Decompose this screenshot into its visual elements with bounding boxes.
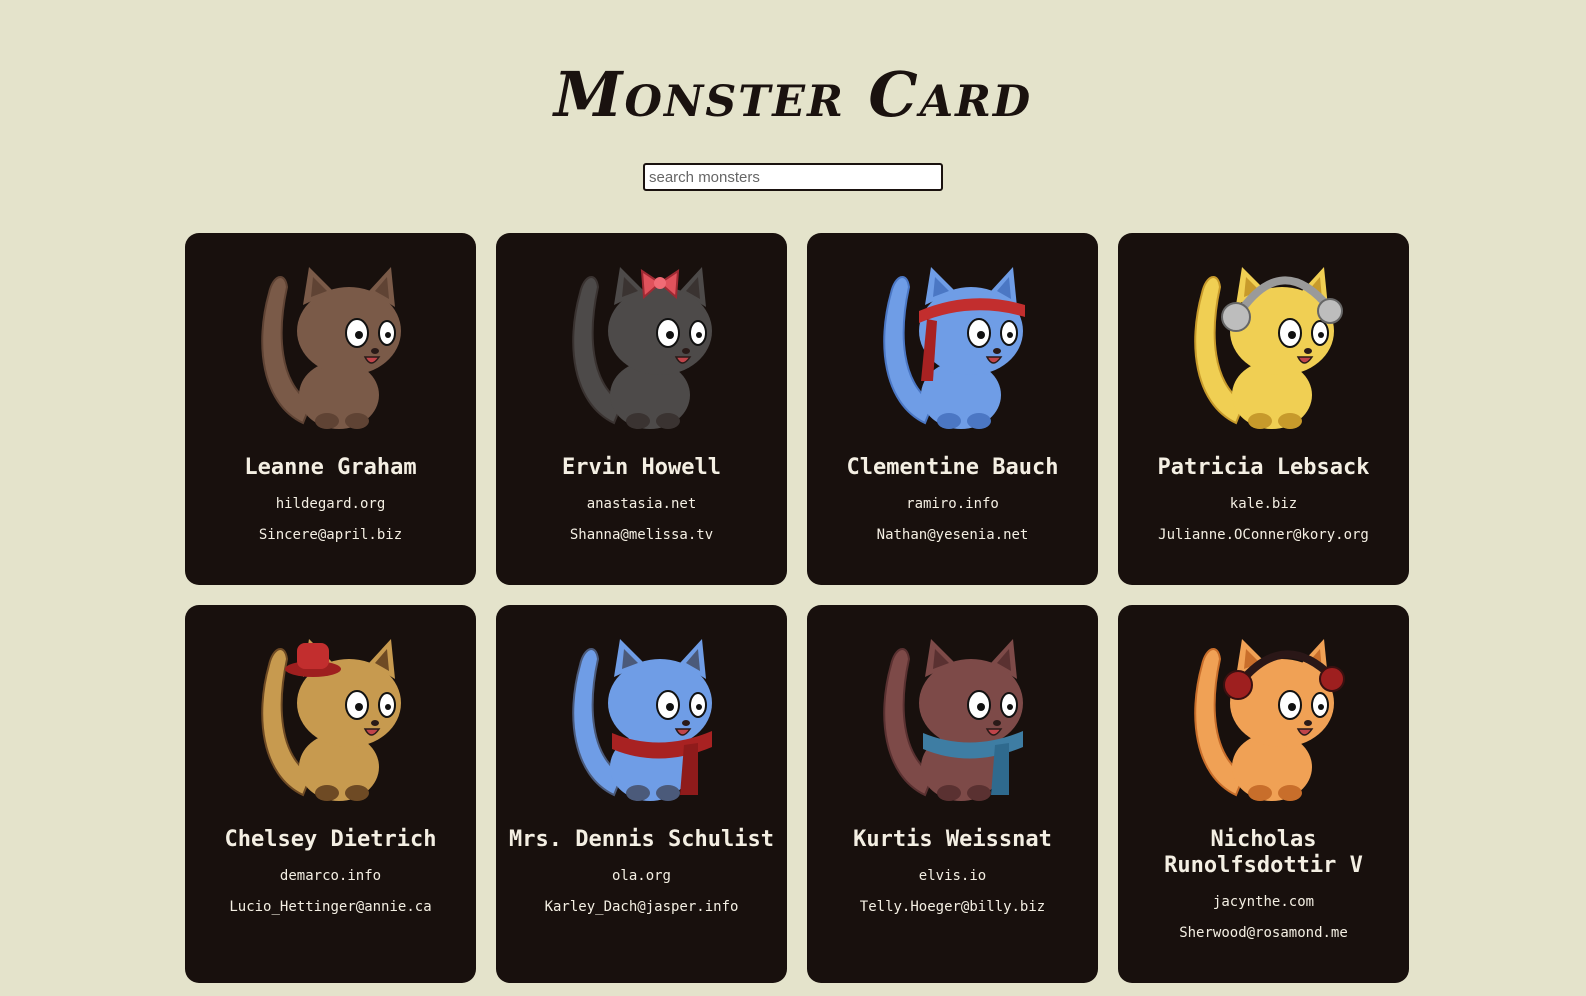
page-title: Monster Card [553, 58, 1033, 131]
monster-name: Ervin Howell [562, 455, 721, 480]
monster-website: demarco.info [279, 868, 382, 884]
monster-name: Clementine Bauch [846, 455, 1059, 480]
monster-card[interactable]: Patricia Lebsack kale.biz Julianne.OConn… [1118, 233, 1409, 585]
cat-avatar-icon [260, 267, 401, 429]
monster-card[interactable]: Nicholas Runolfsdottir V jacynthe.com Sh… [1118, 605, 1409, 983]
monster-card[interactable]: Kurtis Weissnat elvis.io Telly.Hoeger@bi… [807, 605, 1098, 983]
monster-email: Sincere@april.biz [258, 527, 403, 543]
cat-avatar-icon [571, 639, 712, 801]
monster-name: Patricia Lebsack [1157, 455, 1370, 480]
cat-avatar-icon [882, 639, 1023, 801]
monster-website: ola.org [611, 868, 671, 884]
monster-card[interactable]: Leanne Graham hildegard.org Sincere@apri… [185, 233, 476, 585]
monster-card-list: Leanne Graham hildegard.org Sincere@apri… [185, 233, 1409, 983]
monster-email: Shanna@melissa.tv [569, 527, 714, 543]
monster-website: ramiro.info [906, 496, 999, 512]
cat-avatar-icon [571, 267, 712, 429]
monster-card[interactable]: Clementine Bauch ramiro.info Nathan@yese… [807, 233, 1098, 585]
monster-website: hildegard.org [275, 496, 386, 512]
monster-name: Nicholas Runolfsdottir V [1164, 827, 1363, 878]
cat-avatar-icon [882, 267, 1025, 429]
monster-email: Lucio_Hettinger@annie.ca [229, 899, 432, 915]
search-bar [0, 163, 1586, 191]
cat-avatar-icon [260, 639, 401, 801]
monster-website: anastasia.net [586, 496, 697, 512]
monster-card[interactable]: Ervin Howell anastasia.net Shanna@meliss… [496, 233, 787, 585]
monster-website: elvis.io [918, 868, 987, 884]
cat-avatar-icon [1193, 639, 1345, 801]
monster-name: Chelsey Dietrich [224, 827, 437, 852]
monster-name: Leanne Graham [244, 455, 417, 480]
monster-email: Telly.Hoeger@billy.biz [859, 899, 1046, 915]
monster-name: Kurtis Weissnat [853, 827, 1052, 852]
monster-card[interactable]: Mrs. Dennis Schulist ola.org Karley_Dach… [496, 605, 787, 983]
search-input[interactable] [643, 163, 943, 191]
monster-email: Nathan@yesenia.net [876, 527, 1029, 543]
monster-card[interactable]: Chelsey Dietrich demarco.info Lucio_Hett… [185, 605, 476, 983]
monster-website: jacynthe.com [1212, 894, 1315, 910]
monster-email: Julianne.OConner@kory.org [1158, 527, 1369, 543]
cat-avatar-icon [1193, 267, 1343, 429]
monster-email: Karley_Dach@jasper.info [544, 899, 739, 915]
monster-website: kale.biz [1229, 496, 1298, 512]
monster-email: Sherwood@rosamond.me [1179, 925, 1348, 941]
monster-name: Mrs. Dennis Schulist [509, 827, 774, 852]
